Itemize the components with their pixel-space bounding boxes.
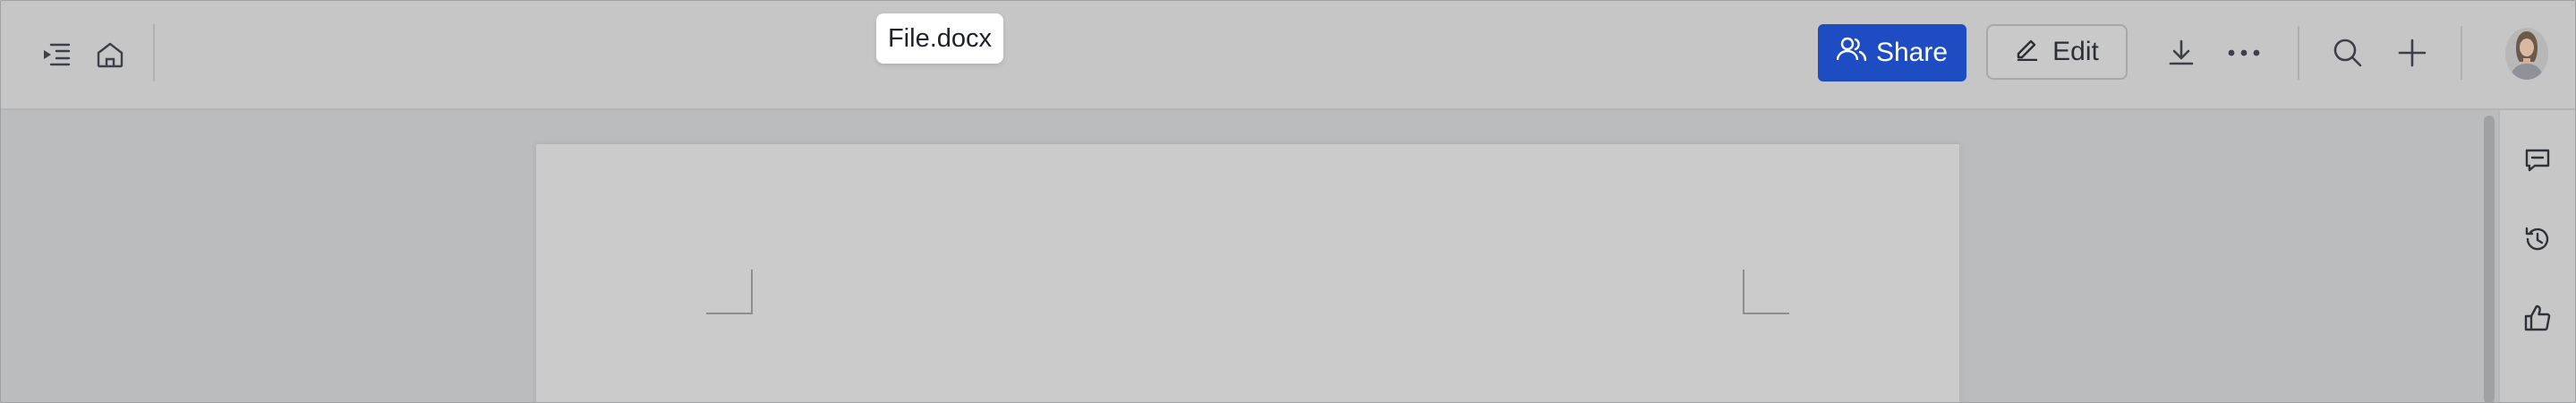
pencil-icon xyxy=(2015,36,2040,68)
margin-corner-mark-left xyxy=(706,270,753,314)
search-icon[interactable] xyxy=(2330,35,2366,71)
toolbar-divider xyxy=(2298,26,2299,80)
download-icon[interactable] xyxy=(2163,35,2199,71)
document-page xyxy=(536,144,1959,402)
home-icon[interactable] xyxy=(92,37,128,73)
document-viewer-window: File.docx Share Edit xyxy=(0,0,2576,403)
share-button[interactable]: Share xyxy=(1818,24,1966,81)
thumbs-up-icon[interactable] xyxy=(2520,300,2555,336)
margin-corner-mark-right xyxy=(1743,270,1789,314)
file-name-tooltip: File.docx xyxy=(876,13,1003,64)
users-icon xyxy=(1836,37,1867,69)
right-side-rail xyxy=(2498,110,2575,402)
edit-button-label: Edit xyxy=(2052,37,2099,66)
avatar[interactable] xyxy=(2505,28,2548,80)
toolbar-divider xyxy=(2461,26,2462,80)
more-horizontal-icon[interactable] xyxy=(2224,35,2264,71)
history-icon[interactable] xyxy=(2520,221,2555,257)
share-button-label: Share xyxy=(1875,38,1949,67)
toolbar-divider xyxy=(153,24,155,81)
vertical-scrollbar[interactable] xyxy=(2484,116,2495,402)
plus-icon[interactable] xyxy=(2394,35,2430,71)
document-canvas xyxy=(1,110,2498,402)
comment-icon[interactable] xyxy=(2520,142,2555,178)
outline-toggle-icon[interactable] xyxy=(38,37,74,73)
edit-button[interactable]: Edit xyxy=(1986,24,2128,80)
top-toolbar: File.docx Share Edit xyxy=(1,1,2575,110)
